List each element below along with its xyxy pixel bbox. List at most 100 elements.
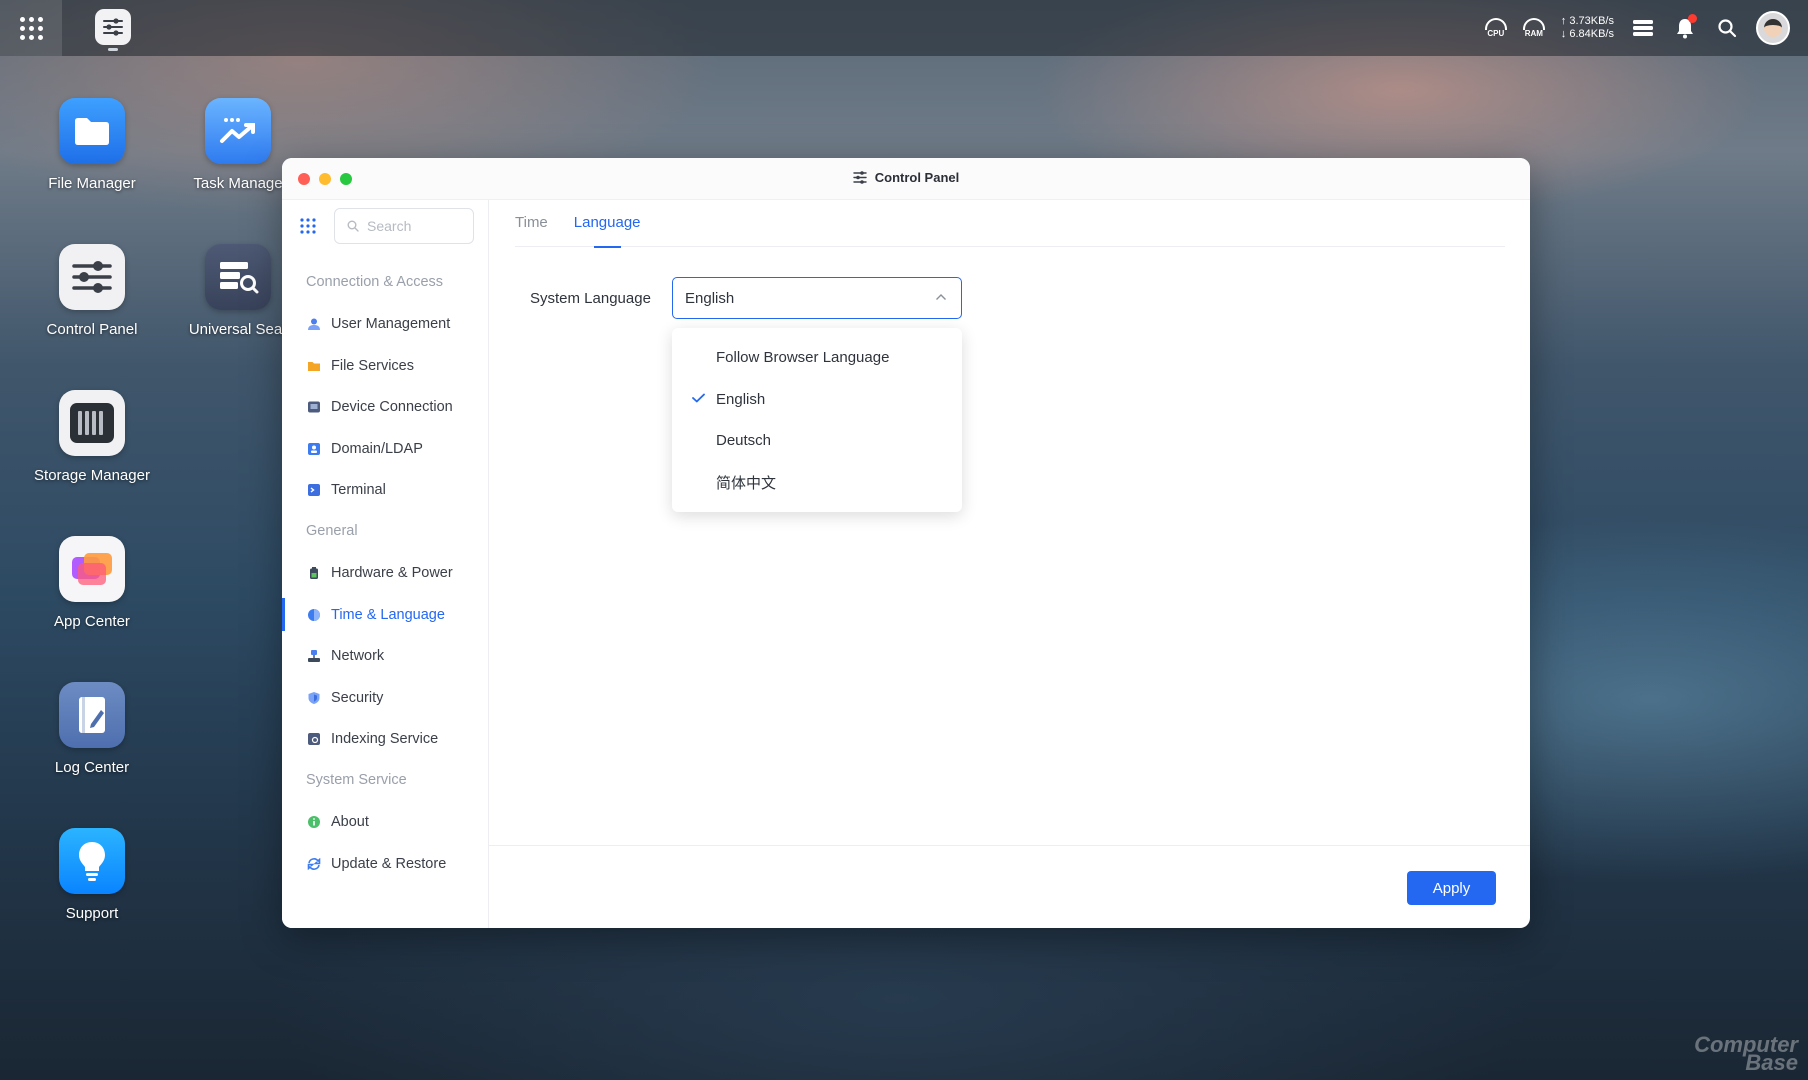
chevron-up-icon bbox=[936, 294, 946, 300]
sidebar-item-time-language[interactable]: Time & Language bbox=[282, 594, 488, 636]
sidebar-item-label: Network bbox=[331, 648, 385, 665]
domain-icon bbox=[308, 442, 320, 455]
tab-time[interactable]: Time bbox=[515, 200, 548, 247]
option-label: Deutsch bbox=[716, 432, 772, 450]
desktop-icon-label: Control Panel bbox=[46, 321, 138, 338]
watermark: Computer Base bbox=[1694, 1034, 1798, 1074]
language-option-simplified-chinese[interactable]: 简体中文 bbox=[672, 462, 962, 504]
sidebar-item-label: Domain/LDAP bbox=[331, 440, 423, 457]
sidebar-item-about[interactable]: About bbox=[282, 802, 488, 844]
language-dropdown: Follow Browser Language English Deutsch … bbox=[672, 328, 962, 512]
search-icon bbox=[1718, 19, 1737, 38]
window-titlebar[interactable]: Control Panel bbox=[282, 158, 1530, 200]
desktop-icon-label: Log Center bbox=[54, 759, 130, 776]
main-content: Time Language System Language English Fo… bbox=[489, 200, 1530, 928]
search-placeholder: Search bbox=[367, 218, 412, 234]
search-icon bbox=[347, 220, 359, 232]
apply-button[interactable]: Apply bbox=[1407, 871, 1496, 905]
option-label: English bbox=[716, 390, 766, 408]
sidebar-item-label: File Services bbox=[331, 357, 414, 374]
system-tray: CPU RAM ↑ 3.73KB/s ↓ 6.84KB/s bbox=[1484, 0, 1790, 56]
desktop-support[interactable]: Support bbox=[12, 828, 172, 922]
desktop-log-center[interactable]: Log Center bbox=[12, 682, 172, 776]
sidebar-toolbar: Search bbox=[300, 208, 474, 244]
refresh-icon bbox=[307, 857, 321, 871]
task-list-button[interactable] bbox=[1630, 15, 1656, 41]
sidebar-section-title: General bbox=[306, 523, 358, 539]
upload-speed: ↑ 3.73KB/s bbox=[1560, 15, 1614, 27]
user-icon bbox=[308, 318, 320, 331]
sidebar-item-label: Device Connection bbox=[331, 399, 453, 416]
option-label: 简体中文 bbox=[716, 474, 777, 492]
storage-drive-icon bbox=[59, 390, 125, 456]
search-input[interactable]: Search bbox=[334, 208, 474, 244]
desktop-app-center[interactable]: App Center bbox=[12, 536, 172, 630]
desktop-icon-label: Universal Sear bbox=[188, 321, 288, 338]
sidebar-item-network[interactable]: Network bbox=[282, 636, 488, 678]
cpu-label: CPU bbox=[1487, 29, 1505, 38]
desktop-icon-label: File Manager bbox=[48, 175, 136, 192]
sliders-icon bbox=[59, 244, 125, 310]
footer-bar: Apply bbox=[489, 845, 1530, 928]
language-option-deutsch[interactable]: Deutsch bbox=[672, 420, 962, 462]
sidebar-section-title: System Service bbox=[306, 772, 407, 788]
sidebar-section-title: Connection & Access bbox=[306, 274, 444, 290]
user-face-icon bbox=[1764, 19, 1782, 37]
search-button[interactable] bbox=[1714, 15, 1740, 41]
desktop-control-panel[interactable]: Control Panel bbox=[12, 244, 172, 338]
system-language-select[interactable]: English bbox=[672, 277, 962, 319]
ram-label: RAM bbox=[1524, 29, 1543, 38]
sidebar-item-label: Hardware & Power bbox=[331, 565, 453, 582]
notification-badge bbox=[1688, 14, 1697, 23]
desktop-file-manager[interactable]: File Manager bbox=[12, 98, 172, 192]
sidebar-item-label: Time & Language bbox=[331, 606, 445, 623]
folder-icon bbox=[308, 361, 320, 371]
sidebar-item-indexing-service[interactable]: Indexing Service bbox=[282, 719, 488, 761]
language-option-english[interactable]: English bbox=[672, 379, 962, 421]
desktop-storage-manager[interactable]: Storage Manager bbox=[12, 390, 172, 484]
cpu-gauge[interactable]: CPU bbox=[1484, 18, 1507, 38]
download-speed: ↓ 6.84KB/s bbox=[1560, 28, 1614, 40]
sidebar-item-device-connection[interactable]: Device Connection bbox=[282, 387, 488, 429]
language-option-follow-browser[interactable]: Follow Browser Language bbox=[672, 337, 962, 379]
ram-gauge[interactable]: RAM bbox=[1522, 18, 1545, 38]
user-avatar[interactable] bbox=[1756, 11, 1790, 45]
sliders-icon bbox=[853, 171, 867, 184]
trend-chart-icon bbox=[205, 98, 271, 164]
battery-icon bbox=[310, 567, 318, 580]
terminal-icon bbox=[308, 484, 320, 497]
taskbar-control-panel-button[interactable] bbox=[95, 9, 131, 45]
sidebar-item-hardware-power[interactable]: Hardware & Power bbox=[282, 553, 488, 595]
sidebar-item-security[interactable]: Security bbox=[282, 677, 488, 719]
network-speed[interactable]: ↑ 3.73KB/s ↓ 6.84KB/s bbox=[1561, 15, 1614, 41]
tab-language[interactable]: Language bbox=[574, 200, 641, 248]
sidebar-item-label: About bbox=[331, 814, 369, 831]
tab-bar: Time Language bbox=[515, 200, 1505, 248]
stack-icon bbox=[1633, 20, 1653, 36]
sidebar: Search Connection & Access User Manageme… bbox=[282, 200, 489, 928]
info-icon bbox=[308, 816, 320, 829]
sidebar-item-label: Security bbox=[331, 689, 384, 706]
select-value: English bbox=[685, 289, 735, 307]
system-language-label: System Language bbox=[530, 290, 651, 307]
sidebar-item-terminal[interactable]: Terminal bbox=[282, 470, 488, 512]
desktop-icon-label: Task Manage bbox=[193, 175, 283, 192]
sidebar-item-label: Update & Restore bbox=[331, 855, 447, 872]
option-label: Follow Browser Language bbox=[716, 349, 890, 367]
sidebar-item-label: Indexing Service bbox=[331, 731, 439, 748]
taskbar: CPU RAM ↑ 3.73KB/s ↓ 6.84KB/s bbox=[0, 0, 1808, 56]
app-grid-icon[interactable] bbox=[300, 218, 316, 234]
sidebar-nav: Connection & Access User Management File… bbox=[282, 262, 488, 885]
sidebar-item-file-services[interactable]: File Services bbox=[282, 345, 488, 387]
window-title: Control Panel bbox=[282, 170, 1530, 185]
running-indicator bbox=[108, 48, 118, 51]
grid-icon bbox=[19, 16, 43, 40]
sidebar-item-update-restore[interactable]: Update & Restore bbox=[282, 843, 488, 885]
device-icon bbox=[308, 401, 320, 413]
window-title-text: Control Panel bbox=[874, 170, 960, 185]
notifications-button[interactable] bbox=[1672, 14, 1698, 41]
clock-globe-icon bbox=[308, 608, 320, 621]
sidebar-item-user-management[interactable]: User Management bbox=[282, 304, 488, 346]
sidebar-item-domain-ldap[interactable]: Domain/LDAP bbox=[282, 428, 488, 470]
app-launcher-button[interactable] bbox=[0, 0, 62, 56]
